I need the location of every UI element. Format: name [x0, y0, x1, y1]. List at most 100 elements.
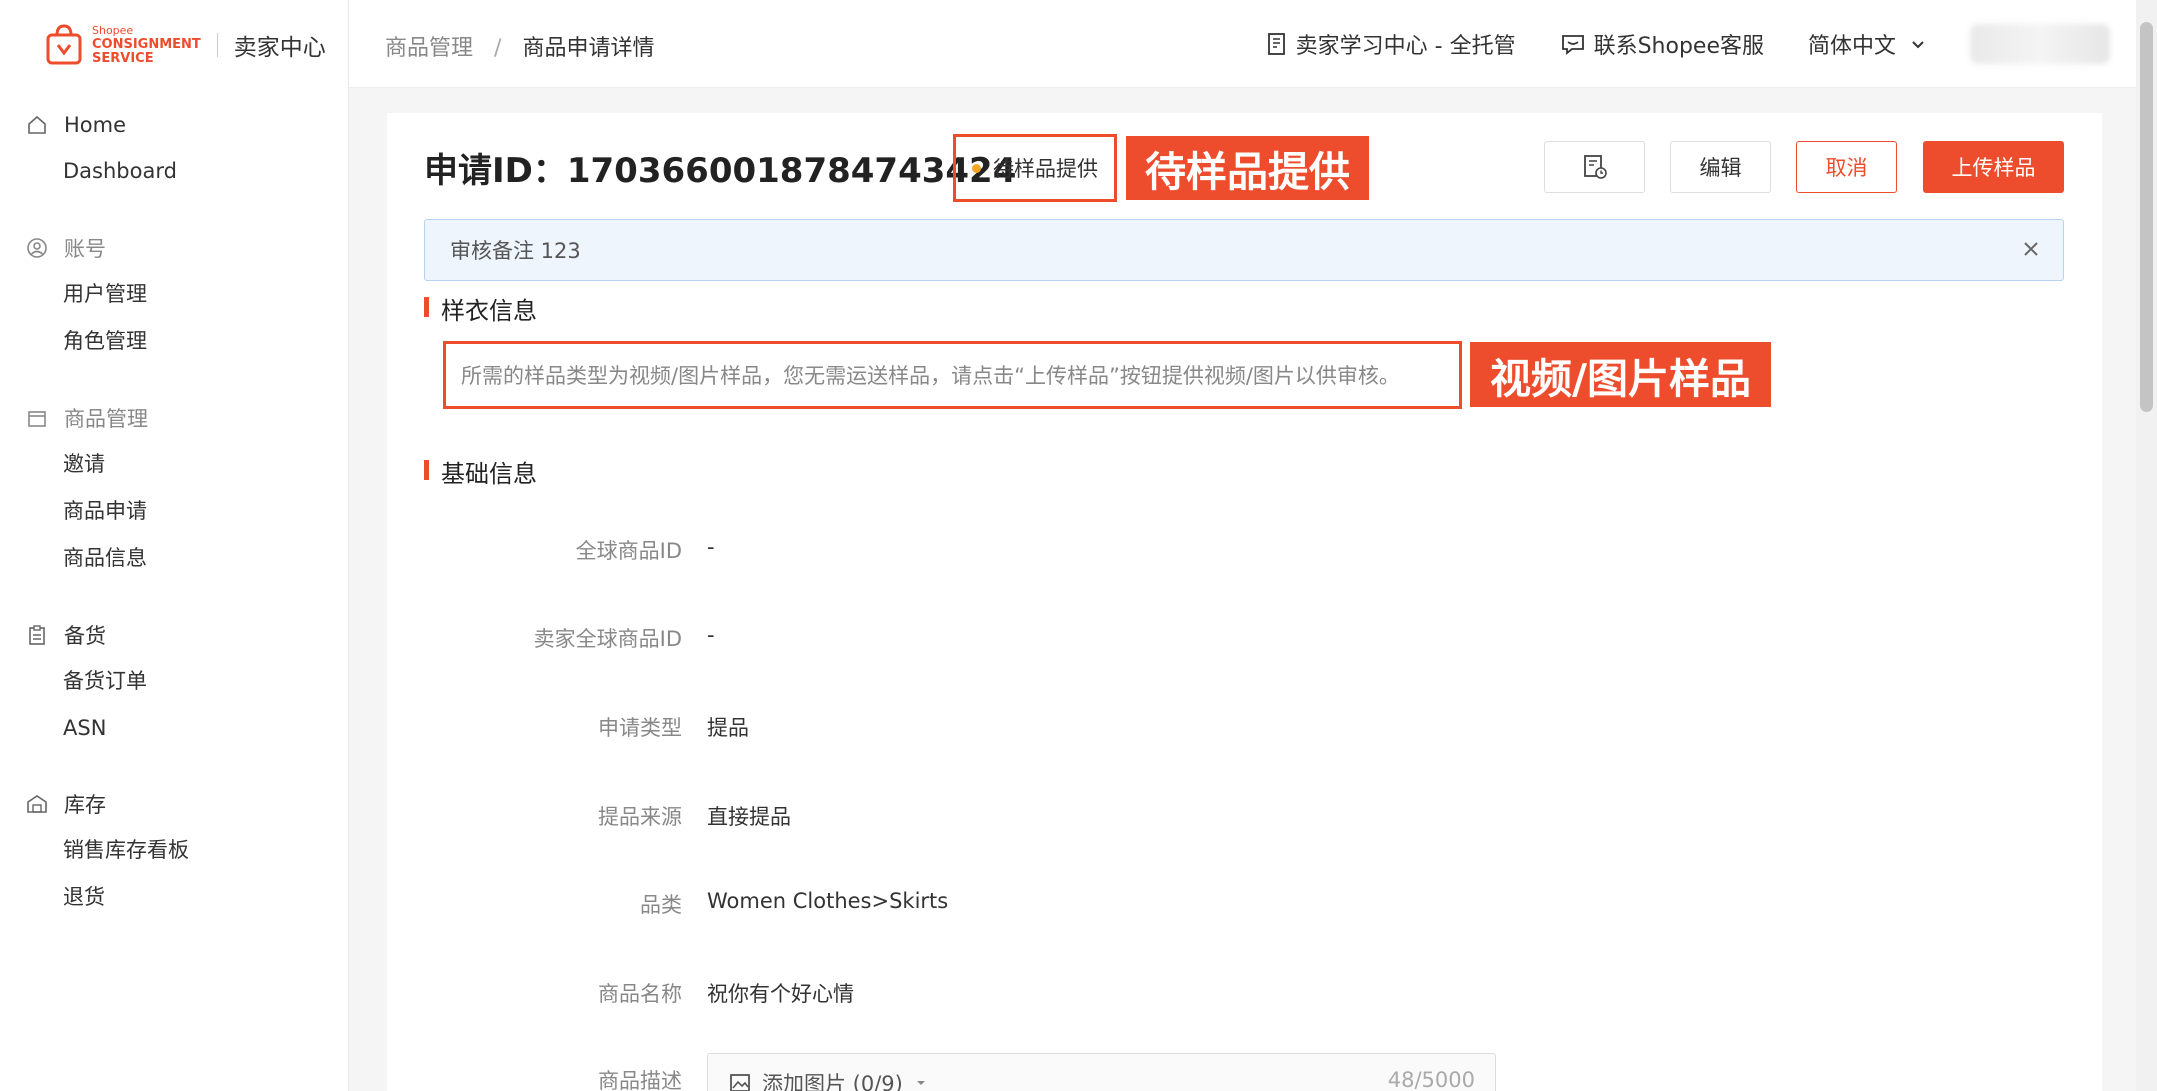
field-label: 卖家全球商品ID [533, 627, 682, 651]
nav-head-label: 账号 [64, 237, 106, 261]
status-label: 待样品提供 [993, 157, 1098, 181]
field-label: 提品来源 [598, 805, 682, 829]
field-label: 全球商品ID [575, 539, 682, 563]
field-application-source: 提品来源 直接提品 [387, 801, 1887, 831]
field-value: 祝你有个好心情 [707, 982, 854, 1006]
sample-type-notice: 所需的样品类型为视频/图片样品，您无需运送样品，请点击“上传样品”按钮提供视频/… [443, 341, 1462, 409]
learning-center-link[interactable]: 卖家学习中心 - 全托管 [1266, 28, 1516, 60]
field-label: 商品描述 [598, 1069, 682, 1091]
breadcrumb: 商品管理 / 商品申请详情 [385, 30, 654, 62]
user-account-menu[interactable] [1970, 24, 2110, 64]
chat-icon [1561, 35, 1584, 55]
breadcrumb-parent[interactable]: 商品管理 [385, 36, 473, 61]
field-category: 品类 Women Clothes>Skirts [387, 889, 1887, 919]
add-image-label: 添加图片 (0/9) [762, 1072, 903, 1091]
sidebar-item-asn[interactable]: ASN [0, 705, 349, 752]
application-detail-card: 申请ID：1703660018784743424 待样品提供 待样品提供 编辑 … [387, 113, 2102, 1091]
book-icon [1267, 33, 1285, 55]
section-title-sample: 样衣信息 [424, 291, 537, 326]
field-application-type: 申请类型 提品 [387, 712, 1887, 742]
field-value: 提品 [707, 716, 749, 740]
scrollbar-thumb[interactable] [2140, 22, 2153, 412]
user-circle-icon [26, 237, 48, 259]
sidebar-item-returns[interactable]: 退货 [0, 874, 349, 921]
language-select[interactable]: 简体中文 [1808, 28, 1930, 60]
logo-line2: SERVICE [92, 51, 154, 66]
logo-line1: CONSIGNMENT [92, 37, 201, 52]
sidebar-item-role-management[interactable]: 角色管理 [0, 318, 349, 365]
nav-head-account[interactable]: 账号 [0, 225, 349, 271]
nav-head-label: Home [64, 113, 127, 137]
logo-divider [216, 33, 218, 57]
nav-head-label: 备货 [64, 624, 106, 648]
annotation-status-label: 待样品提供 [1126, 136, 1369, 200]
chevron-down-icon [1912, 41, 1924, 49]
logo-title: 卖家中心 [233, 35, 326, 61]
history-button[interactable] [1544, 141, 1645, 193]
nav-group-stocking: 备货 备货订单 ASN [0, 612, 349, 752]
field-seller-global-product-id: 卖家全球商品ID - [387, 623, 1887, 653]
review-note-text: 审核备注 123 [450, 239, 581, 263]
edit-button[interactable]: 编辑 [1670, 141, 1771, 193]
top-links: 卖家学习中心 - 全托管 联系Shopee客服 简体中文 [1266, 24, 2136, 64]
document-clock-icon [1583, 155, 1607, 179]
logo-text: Shopee CONSIGNMENT SERVICE [92, 24, 201, 66]
sidebar-item-stock-orders[interactable]: 备货订单 [0, 658, 349, 705]
sidebar-item-dashboard[interactable]: Dashboard [0, 148, 349, 195]
sidebar-item-product-info[interactable]: 商品信息 [0, 535, 349, 582]
shopee-bag-icon [44, 23, 84, 67]
annotation-sample-type: 视频/图片样品 [1470, 342, 1771, 407]
learning-center-label: 卖家学习中心 - 全托管 [1295, 34, 1516, 59]
warehouse-icon [26, 793, 48, 815]
box-icon [26, 407, 48, 429]
nav-group-account: 账号 用户管理 角色管理 [0, 225, 349, 365]
status-badge: 待样品提供 [953, 134, 1117, 202]
caret-down-icon [916, 1081, 925, 1085]
nav-group-inventory: 库存 销售库存看板 退货 [0, 781, 349, 921]
sidebar-item-sales-inventory-board[interactable]: 销售库存看板 [0, 827, 349, 874]
language-label: 简体中文 [1807, 34, 1896, 59]
home-icon [26, 114, 48, 136]
field-global-product-id: 全球商品ID - [387, 535, 1887, 565]
close-icon[interactable] [2019, 237, 2043, 261]
page-title: 申请ID：1703660018784743424 [424, 151, 1017, 191]
logo-small: Shopee [92, 24, 134, 37]
sidebar: Shopee CONSIGNMENT SERVICE 卖家中心 Home Das… [0, 0, 349, 1091]
sidebar-item-invite[interactable]: 邀请 [0, 441, 349, 488]
character-counter: 48/5000 [1387, 1068, 1475, 1091]
nav-head-label: 商品管理 [64, 407, 148, 431]
field-value: - [707, 623, 715, 647]
sidebar-item-user-management[interactable]: 用户管理 [0, 271, 349, 318]
image-icon [730, 1074, 750, 1091]
upload-sample-button[interactable]: 上传样品 [1923, 141, 2064, 193]
clipboard-icon [26, 624, 48, 646]
nav-head-stocking[interactable]: 备货 [0, 612, 349, 658]
field-value: Women Clothes>Skirts [707, 889, 949, 913]
add-image-control[interactable]: 添加图片 (0/9) [728, 1068, 929, 1091]
sidebar-item-product-application[interactable]: 商品申请 [0, 488, 349, 535]
nav-head-products[interactable]: 商品管理 [0, 395, 349, 441]
contact-support-link[interactable]: 联系Shopee客服 [1560, 28, 1764, 60]
field-value: - [707, 535, 715, 559]
nav-head-label: 库存 [64, 793, 106, 817]
logo[interactable]: Shopee CONSIGNMENT SERVICE 卖家中心 [44, 18, 326, 72]
scrollbar[interactable] [2136, 0, 2157, 1091]
field-product-name: 商品名称 祝你有个好心情 [387, 978, 1887, 1008]
sample-type-notice-text: 所需的样品类型为视频/图片样品，您无需运送样品，请点击“上传样品”按钮提供视频/… [461, 364, 1400, 388]
field-label: 品类 [640, 893, 682, 917]
description-editor[interactable]: 添加图片 (0/9) 48/5000 [707, 1053, 1496, 1091]
nav-group-products: 商品管理 邀请 商品申请 商品信息 [0, 395, 349, 582]
cancel-button[interactable]: 取消 [1796, 141, 1897, 193]
field-label: 商品名称 [598, 982, 682, 1006]
field-value: 直接提品 [707, 805, 791, 829]
breadcrumb-current: 商品申请详情 [522, 36, 655, 61]
nav-head-home[interactable]: Home [0, 102, 349, 148]
contact-support-label: 联系Shopee客服 [1593, 34, 1764, 59]
section-title-basic: 基础信息 [424, 454, 537, 489]
top-header: 商品管理 / 商品申请详情 卖家学习中心 - 全托管 联系Shopee客服 简体… [349, 0, 2136, 88]
field-label: 申请类型 [598, 716, 682, 740]
nav-head-inventory[interactable]: 库存 [0, 781, 349, 827]
status-dot [972, 163, 981, 173]
nav-group-home: Home Dashboard [0, 102, 349, 195]
breadcrumb-separator: / [494, 36, 502, 61]
